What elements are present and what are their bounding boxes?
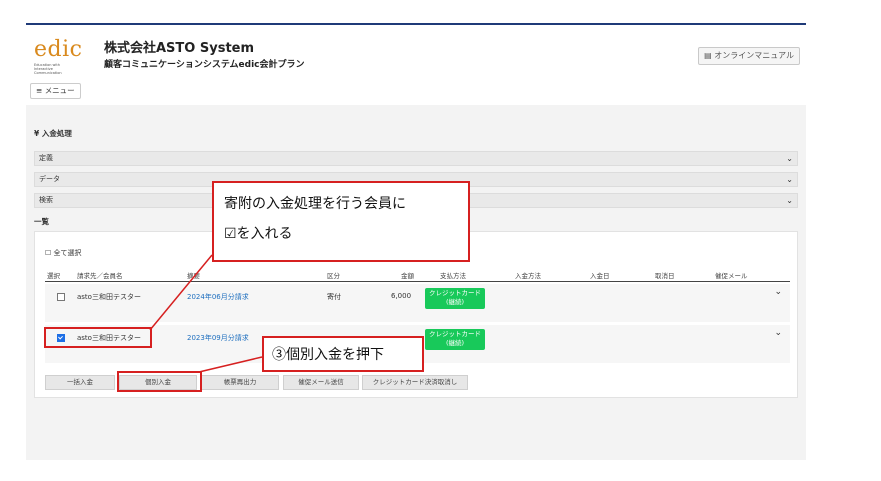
col-header-deposit-date: 入金日	[590, 272, 610, 280]
chevron-down-icon: ⌄	[786, 196, 793, 205]
hamburger-icon: ≡	[36, 86, 43, 95]
menu-label: メニュー	[44, 86, 75, 95]
col-header-name: 請求先／会員名	[77, 272, 123, 280]
col-header-amount: 金額	[401, 272, 414, 280]
payment-badge-line: クレジットカード	[429, 330, 481, 338]
col-header-deposit-method: 入金方法	[515, 272, 541, 280]
chevron-down-icon: ⌄	[786, 175, 793, 184]
header: edic Education with Interactive Communic…	[26, 25, 806, 105]
select-all-label: 全て選択	[53, 249, 82, 257]
col-header-summary: 摘要	[187, 272, 200, 280]
row-name: asto三和田テスター	[77, 293, 141, 301]
row-amount: 6,000	[391, 292, 412, 300]
logo-sub: Education with Interactive Communication	[34, 63, 84, 75]
row-summary-link[interactable]: 2024年06月分請求	[187, 292, 249, 302]
select-all-checkbox[interactable]: ☐ 全て選択	[45, 248, 82, 258]
annotation-highlight-checkbox	[44, 327, 152, 348]
accordion-label: 検索	[39, 196, 53, 204]
reprint-form-button[interactable]: 帳票再出力	[201, 375, 279, 390]
send-reminder-button[interactable]: 催促メール送信	[283, 375, 359, 390]
section-title: ¥ 入金処理	[34, 129, 72, 138]
col-header-select: 選択	[47, 272, 60, 280]
col-header-reminder: 催促メール	[715, 272, 748, 280]
row-category: 寄付	[327, 293, 341, 301]
col-header-category: 区分	[327, 272, 340, 280]
callout-top: 寄附の入金処理を行う会員に ☑を入れる	[212, 181, 470, 262]
logo-text: edic	[34, 37, 83, 62]
checkbox-icon: ☐	[45, 249, 52, 257]
book-icon: ▤	[704, 51, 712, 60]
row-summary-link[interactable]: 2023年09月分請求	[187, 333, 249, 343]
accordion-label: データ	[39, 175, 60, 183]
row-checkbox[interactable]	[57, 293, 65, 301]
cancel-credit-card-button[interactable]: クレジットカード決済取消し	[362, 375, 468, 390]
callout-top-line1: 寄附の入金処理を行う会員に	[224, 196, 406, 212]
annotation-highlight-button	[117, 371, 202, 392]
callout-top-line2: ☑を入れる	[224, 226, 293, 242]
callout-bottom: ③個別入金を押下	[262, 336, 424, 372]
header-divider	[45, 281, 790, 282]
bulk-deposit-button[interactable]: 一括入金	[45, 375, 115, 390]
list-title: 一覧	[34, 217, 49, 226]
payment-badge: クレジットカード (継続)	[425, 288, 485, 309]
accordion-label: 定義	[39, 154, 53, 162]
col-header-payment: 支払方法	[440, 272, 466, 280]
callout-bottom-text: ③個別入金を押下	[272, 347, 384, 363]
logo-sub-line: Communication	[34, 71, 62, 75]
payment-badge-line: (継続)	[445, 339, 465, 347]
col-header-cancel-date: 取消日	[655, 272, 675, 280]
company-name: 株式会社ASTO System	[104, 41, 255, 56]
payment-badge: クレジットカード (継続)	[425, 329, 485, 350]
logo[interactable]: edic Education with Interactive Communic…	[34, 37, 84, 76]
online-manual-button[interactable]: ▤ オンラインマニュアル	[698, 47, 800, 65]
chevron-down-icon[interactable]: ⌄	[774, 287, 782, 297]
chevron-down-icon[interactable]: ⌄	[774, 328, 782, 338]
online-manual-label: オンラインマニュアル	[714, 51, 794, 60]
chevron-down-icon: ⌄	[786, 154, 793, 163]
accordion-definition[interactable]: 定義 ⌄	[34, 151, 798, 166]
payment-badge-line: クレジットカード	[429, 289, 481, 297]
payment-badge-line: (継続)	[445, 298, 465, 306]
menu-button[interactable]: ≡ メニュー	[30, 83, 81, 99]
table-row[interactable]: asto三和田テスター 2024年06月分請求 寄付 6,000 クレジットカー…	[45, 284, 790, 322]
plan-name: 顧客コミュニケーションシステムedic会計プラン	[104, 60, 305, 70]
